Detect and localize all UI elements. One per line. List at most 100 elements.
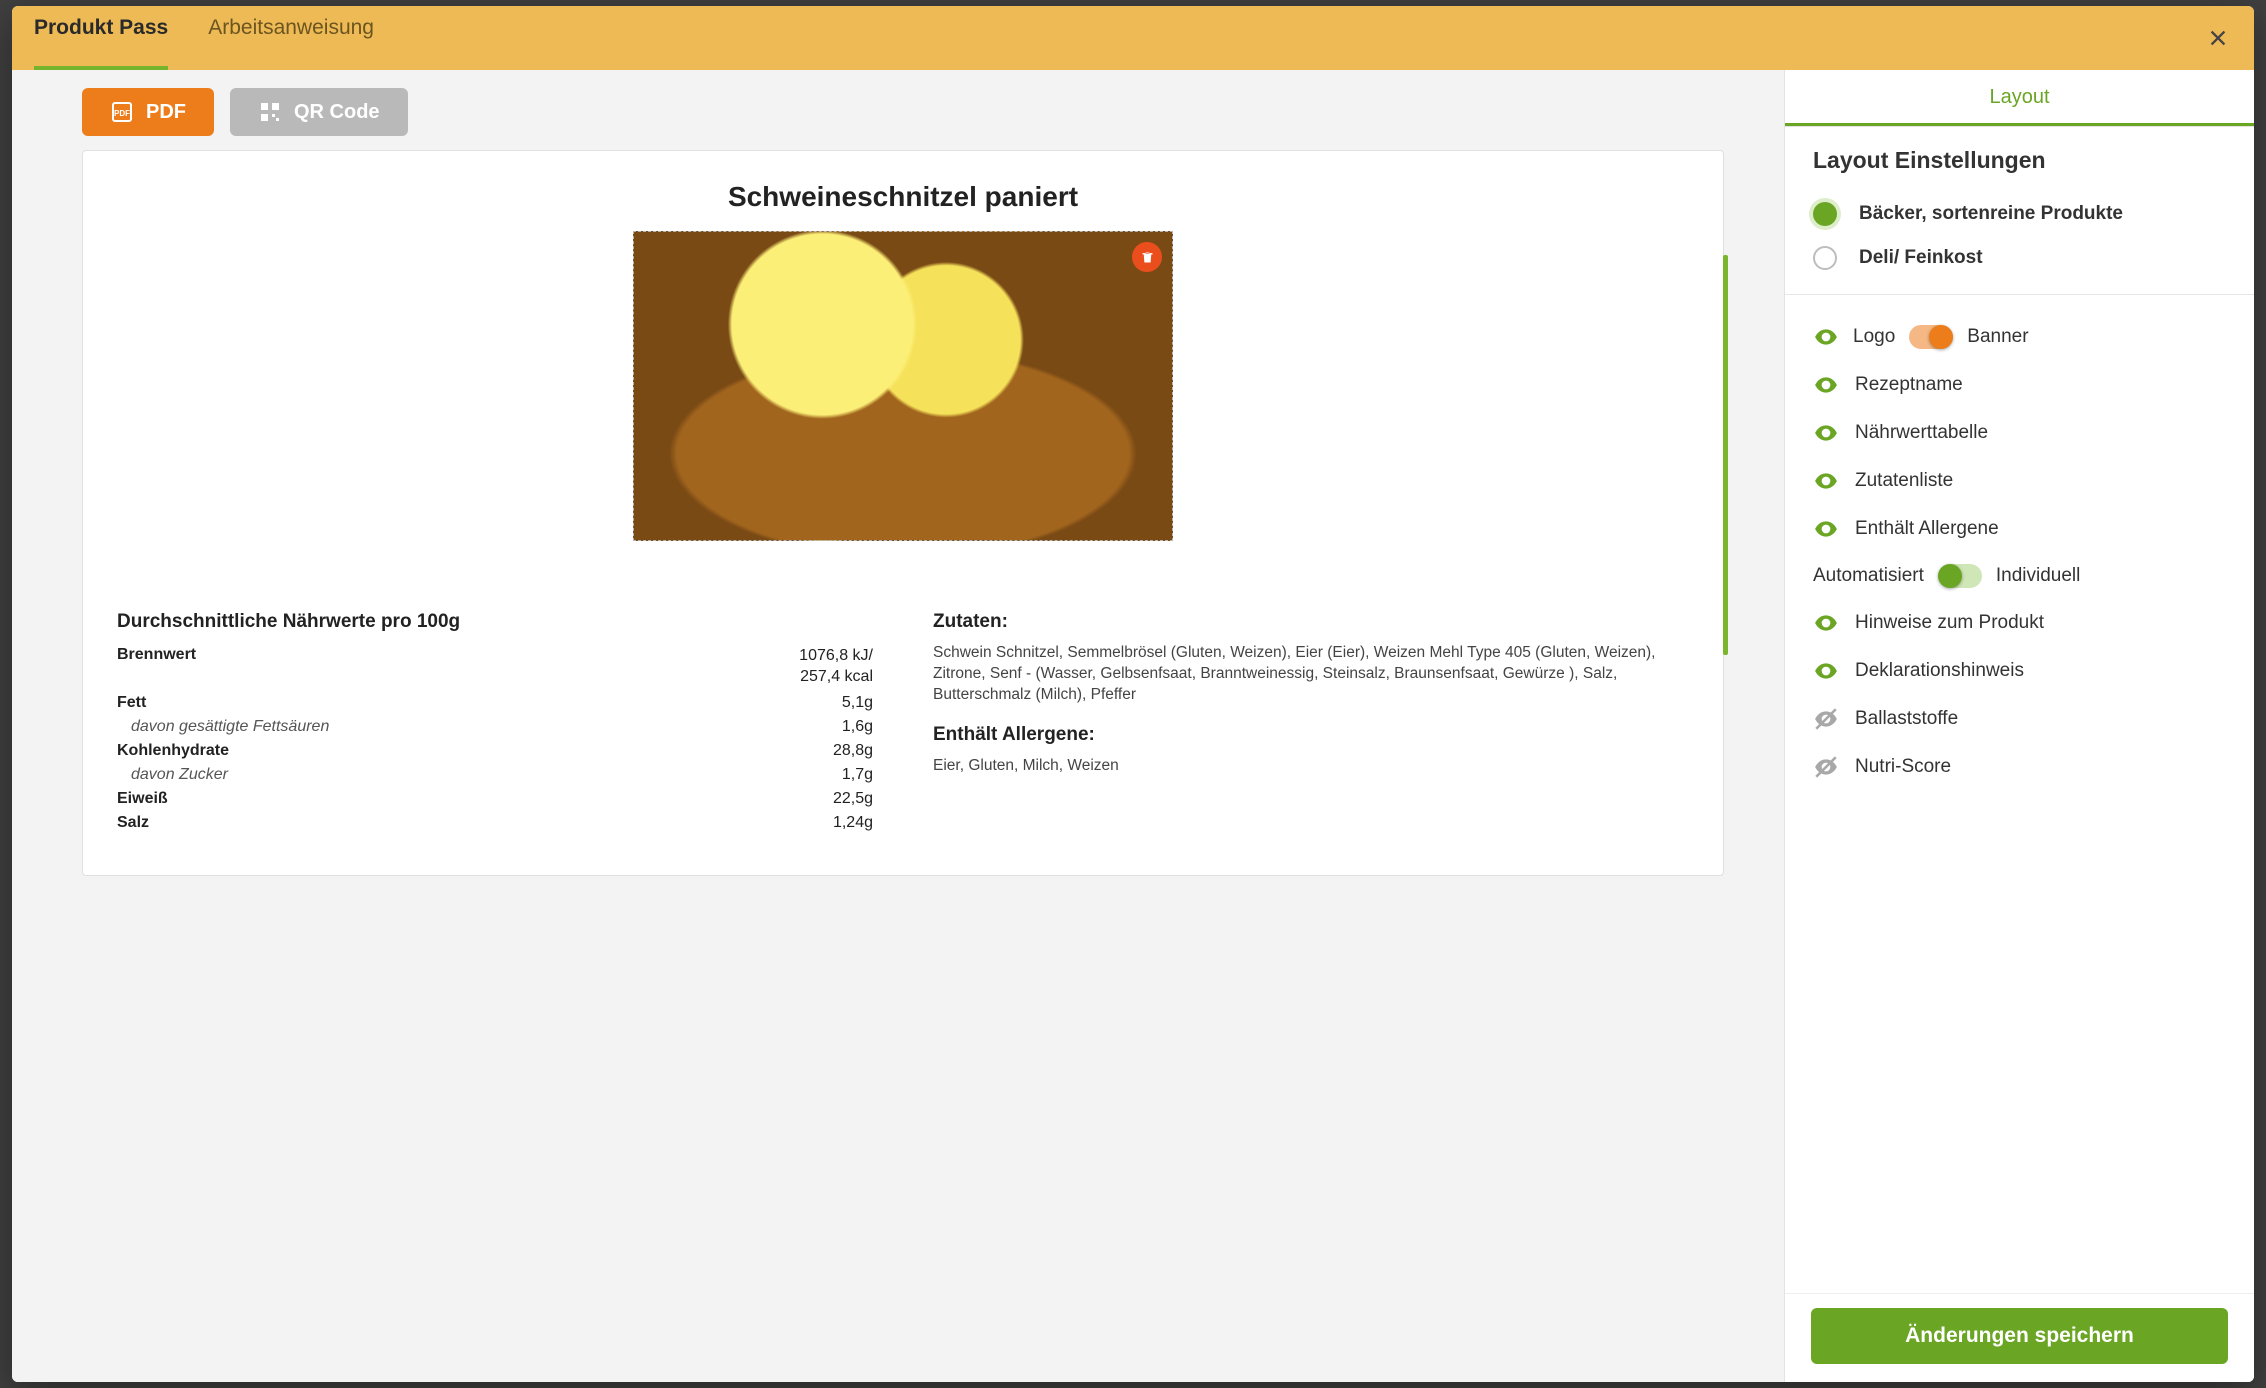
- section-marker: [1723, 255, 1728, 655]
- save-button[interactable]: Änderungen speichern: [1811, 1308, 2228, 1364]
- radio-dot: [1813, 246, 1837, 270]
- nutrition-list: Brennwert 1076,8 kJ/ 257,4 kcal Fett 5,1g da…: [117, 643, 873, 835]
- info-columns: Durchschnittliche Nährwerte pro 100g Bre…: [117, 611, 1689, 835]
- switch-knob: [1938, 564, 1962, 588]
- tab-work-instruction[interactable]: Arbeitsanweisung: [208, 6, 374, 70]
- logo-banner-row: Logo Banner: [1813, 313, 2226, 361]
- eye-icon: [1813, 610, 1839, 636]
- toggle-label: Deklarationshinweis: [1855, 660, 2024, 682]
- nutrition-value: 1,24g: [833, 814, 873, 832]
- modal-body: PDF PDF QR Code Schweineschnitzel panier…: [12, 70, 2254, 1382]
- preview-pane: PDF PDF QR Code Schweineschnitzel panier…: [12, 70, 1784, 1382]
- layout-settings: Layout Einstellungen Bäcker, sortenreine…: [1785, 127, 2254, 1293]
- qr-button-label: QR Code: [294, 101, 380, 124]
- nutrition-row: Brennwert 1076,8 kJ/ 257,4 kcal: [117, 643, 873, 691]
- layout-settings-heading: Layout Einstellungen: [1813, 147, 2226, 174]
- preset-deli-label: Deli/ Feinkost: [1859, 247, 1983, 269]
- nutrition-value: 5,1g: [842, 694, 873, 712]
- export-button-row: PDF PDF QR Code: [82, 88, 1724, 136]
- layout-panel: Layout Layout Einstellungen Bäcker, sort…: [1784, 70, 2254, 1382]
- nutrition-column: Durchschnittliche Nährwerte pro 100g Bre…: [117, 611, 873, 835]
- nutrition-row: davon gesättigte Fettsäuren 1,6g: [117, 715, 873, 739]
- preset-baker-label: Bäcker, sortenreine Produkte: [1859, 203, 2123, 225]
- ingredients-heading: Zutaten:: [933, 611, 1689, 633]
- auto-label: Automatisiert: [1813, 565, 1924, 587]
- nutrition-key: davon gesättigte Fettsäuren: [117, 718, 329, 736]
- nutrition-heading: Durchschnittliche Nährwerte pro 100g: [117, 611, 873, 633]
- nutrition-key: Fett: [117, 694, 146, 712]
- layout-tab[interactable]: Layout: [1785, 70, 2254, 126]
- pdf-icon: PDF: [110, 100, 134, 124]
- qr-icon: [258, 100, 282, 124]
- pdf-button-label: PDF: [146, 101, 186, 124]
- preset-deli[interactable]: Deli/ Feinkost: [1813, 236, 2226, 280]
- auto-individual-switch[interactable]: [1938, 564, 1982, 588]
- nutrition-key: Salz: [117, 814, 149, 832]
- close-icon: [2207, 27, 2229, 49]
- nutrition-key: Kohlenhydrate: [117, 742, 229, 760]
- nutrition-key: davon Zucker: [117, 766, 228, 784]
- nutrition-row: Salz 1,24g: [117, 811, 873, 835]
- ingredients-text: Schwein Schnitzel, Semmelbrösel (Gluten,…: [933, 643, 1689, 706]
- nutrition-value: 28,8g: [833, 742, 873, 760]
- eye-off-icon: [1813, 754, 1839, 780]
- delete-photo-button[interactable]: [1132, 242, 1162, 272]
- eye-icon: [1813, 468, 1839, 494]
- toggle-label: Nutri-Score: [1855, 756, 1951, 778]
- toggle-nutrition-table[interactable]: Nährwerttabelle: [1813, 409, 2226, 457]
- toggle-fiber[interactable]: Ballaststoffe: [1813, 695, 2226, 743]
- layout-tab-row: Layout: [1785, 70, 2254, 127]
- product-title: Schweineschnitzel paniert: [117, 181, 1689, 213]
- nutrition-value: 1,7g: [842, 766, 873, 784]
- toggle-recipe-name[interactable]: Rezeptname: [1813, 361, 2226, 409]
- layout-footer: Änderungen speichern: [1785, 1293, 2254, 1382]
- toggle-nutriscore[interactable]: Nutri-Score: [1813, 743, 2226, 791]
- preset-baker[interactable]: Bäcker, sortenreine Produkte: [1813, 192, 2226, 236]
- nutrition-value: 22,5g: [833, 790, 873, 808]
- header-tabs: Produkt Pass Arbeitsanweisung: [34, 6, 374, 70]
- qr-button[interactable]: QR Code: [230, 88, 408, 136]
- toggle-label: Ballaststoffe: [1855, 708, 1958, 730]
- separator: [1785, 294, 2254, 295]
- allergens-heading: Enthält Allergene:: [933, 724, 1689, 746]
- toggle-allergens[interactable]: Enthält Allergene: [1813, 505, 2226, 553]
- product-photo[interactable]: [633, 231, 1173, 541]
- document-preview: Schweineschnitzel paniert Durchschnittli…: [82, 150, 1724, 876]
- toggle-declaration[interactable]: Deklarationshinweis: [1813, 647, 2226, 695]
- ingredients-column: Zutaten: Schwein Schnitzel, Semmelbrösel…: [933, 611, 1689, 835]
- auto-individual-row: Automatisiert Individuell: [1813, 553, 2226, 599]
- toggle-label: Hinweise zum Produkt: [1855, 612, 2044, 634]
- toggle-label: Enthält Allergene: [1855, 518, 1999, 540]
- eye-off-icon: [1813, 706, 1839, 732]
- modal-header: Produkt Pass Arbeitsanweisung: [12, 6, 2254, 70]
- switch-knob: [1929, 325, 1953, 349]
- eye-icon: [1813, 420, 1839, 446]
- close-button[interactable]: [2204, 24, 2232, 52]
- eye-icon[interactable]: [1813, 324, 1839, 350]
- nutrition-value: 1,6g: [842, 718, 873, 736]
- pdf-button[interactable]: PDF PDF: [82, 88, 214, 136]
- allergens-text: Eier, Gluten, Milch, Weizen: [933, 756, 1689, 777]
- svg-text:PDF: PDF: [114, 109, 130, 118]
- nutrition-row: Eiweiß 22,5g: [117, 787, 873, 811]
- toggle-label: Rezeptname: [1855, 374, 1963, 396]
- eye-icon: [1813, 658, 1839, 684]
- nutrition-value: 1076,8 kJ/ 257,4 kcal: [799, 646, 873, 688]
- nutrition-key: Brennwert: [117, 646, 196, 688]
- toggle-product-hints[interactable]: Hinweise zum Produkt: [1813, 599, 2226, 647]
- eye-icon: [1813, 372, 1839, 398]
- product-pass-modal: Produkt Pass Arbeitsanweisung PDF PDF QR…: [12, 6, 2254, 1382]
- tab-product-pass[interactable]: Produkt Pass: [34, 6, 168, 70]
- nutrition-row: davon Zucker 1,7g: [117, 763, 873, 787]
- toggle-label: Nährwerttabelle: [1855, 422, 1988, 444]
- individual-label: Individuell: [1996, 565, 2081, 587]
- banner-label: Banner: [1967, 326, 2028, 348]
- photo-container: [117, 231, 1689, 541]
- nutrition-key: Eiweiß: [117, 790, 168, 808]
- nutrition-row: Kohlenhydrate 28,8g: [117, 739, 873, 763]
- trash-icon: [1140, 250, 1155, 265]
- logo-label: Logo: [1853, 326, 1895, 348]
- toggle-ingredient-list[interactable]: Zutatenliste: [1813, 457, 2226, 505]
- radio-dot-selected: [1813, 202, 1837, 226]
- logo-banner-switch[interactable]: [1909, 325, 1953, 349]
